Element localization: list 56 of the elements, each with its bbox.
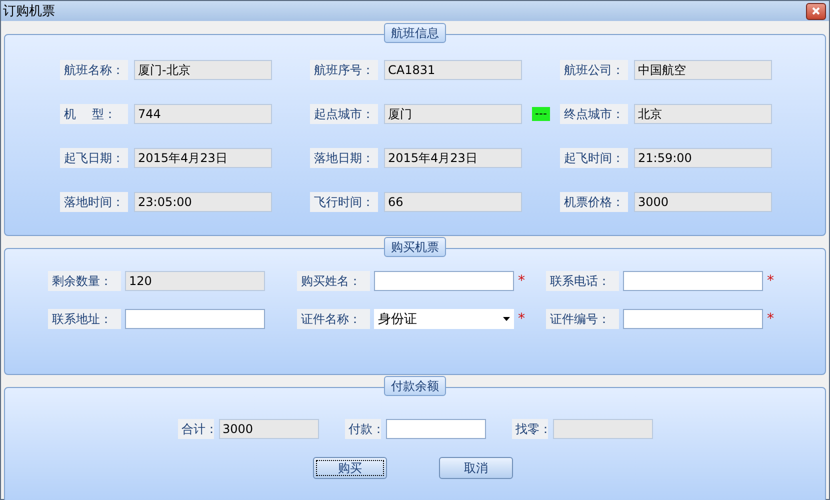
field-label: 航班序号： xyxy=(310,60,378,80)
input-field[interactable] xyxy=(386,419,486,439)
caret-icon xyxy=(503,317,510,321)
field-label: 机票价格： xyxy=(560,192,628,212)
input-field[interactable]: 厦门 xyxy=(384,104,522,124)
connector-label: --- xyxy=(532,107,550,121)
action-button[interactable]: 取消 xyxy=(439,457,513,479)
input-field[interactable]: 3000 xyxy=(634,192,772,212)
input-field[interactable]: 北京 xyxy=(634,104,772,124)
field-label: 起点城市： xyxy=(310,104,378,124)
input-field[interactable]: 2015年4月23日 xyxy=(384,148,522,168)
input-field[interactable] xyxy=(623,309,763,329)
input-field[interactable]: 3000 xyxy=(218,419,318,439)
field-label: 落地时间： xyxy=(60,192,128,212)
close-button[interactable] xyxy=(806,2,826,20)
input-field[interactable]: 23:05:00 xyxy=(134,192,272,212)
group-title: 购买机票 xyxy=(384,237,446,257)
input-field[interactable] xyxy=(552,419,652,439)
field-label: 购买姓名： xyxy=(297,271,370,291)
action-button[interactable]: 购买 xyxy=(313,457,387,479)
field-label: 机 型： xyxy=(60,104,128,124)
input-field[interactable]: 120 xyxy=(125,271,265,291)
input-field[interactable]: 66 xyxy=(384,192,522,212)
field-label: 付款： xyxy=(344,419,380,439)
input-field[interactable]: 2015年4月23日 xyxy=(134,148,272,168)
group-title: 航班信息 xyxy=(384,23,446,43)
field-label: 飞行时间： xyxy=(310,192,378,212)
input-field[interactable] xyxy=(374,271,514,291)
field-label: 联系地址： xyxy=(48,309,121,329)
required-mark: * xyxy=(518,273,525,289)
group-title: 付款余额 xyxy=(384,376,446,396)
field-label: 剩余数量： xyxy=(48,271,121,291)
field-label: 证件编号： xyxy=(546,309,619,329)
required-mark: * xyxy=(767,273,774,289)
input-field[interactable]: CA1831 xyxy=(384,60,522,80)
input-field[interactable] xyxy=(623,271,763,291)
field-label: 证件名称： xyxy=(297,309,370,329)
field-label: 起飞日期： xyxy=(60,148,128,168)
input-field[interactable] xyxy=(125,309,265,329)
field-label: 航班名称： xyxy=(60,60,128,80)
field-label: 联系电话： xyxy=(546,271,619,291)
field-label: 航班公司： xyxy=(560,60,628,80)
required-mark: * xyxy=(767,311,774,327)
field-label: 找零： xyxy=(512,419,548,439)
close-icon xyxy=(812,7,820,15)
select-field[interactable]: 身份证 xyxy=(374,309,514,329)
input-field[interactable]: 21:59:00 xyxy=(634,148,772,168)
required-mark: * xyxy=(518,311,525,327)
field-label: 合计： xyxy=(178,419,214,439)
input-field[interactable]: 中国航空 xyxy=(634,60,772,80)
window-title: 订购机票 xyxy=(3,3,55,20)
field-label: 起飞时间： xyxy=(560,148,628,168)
input-field[interactable]: 厦门-北京 xyxy=(134,60,272,80)
field-label: 落地日期： xyxy=(310,148,378,168)
input-field[interactable]: 744 xyxy=(134,104,272,124)
field-label: 终点城市： xyxy=(560,104,628,124)
